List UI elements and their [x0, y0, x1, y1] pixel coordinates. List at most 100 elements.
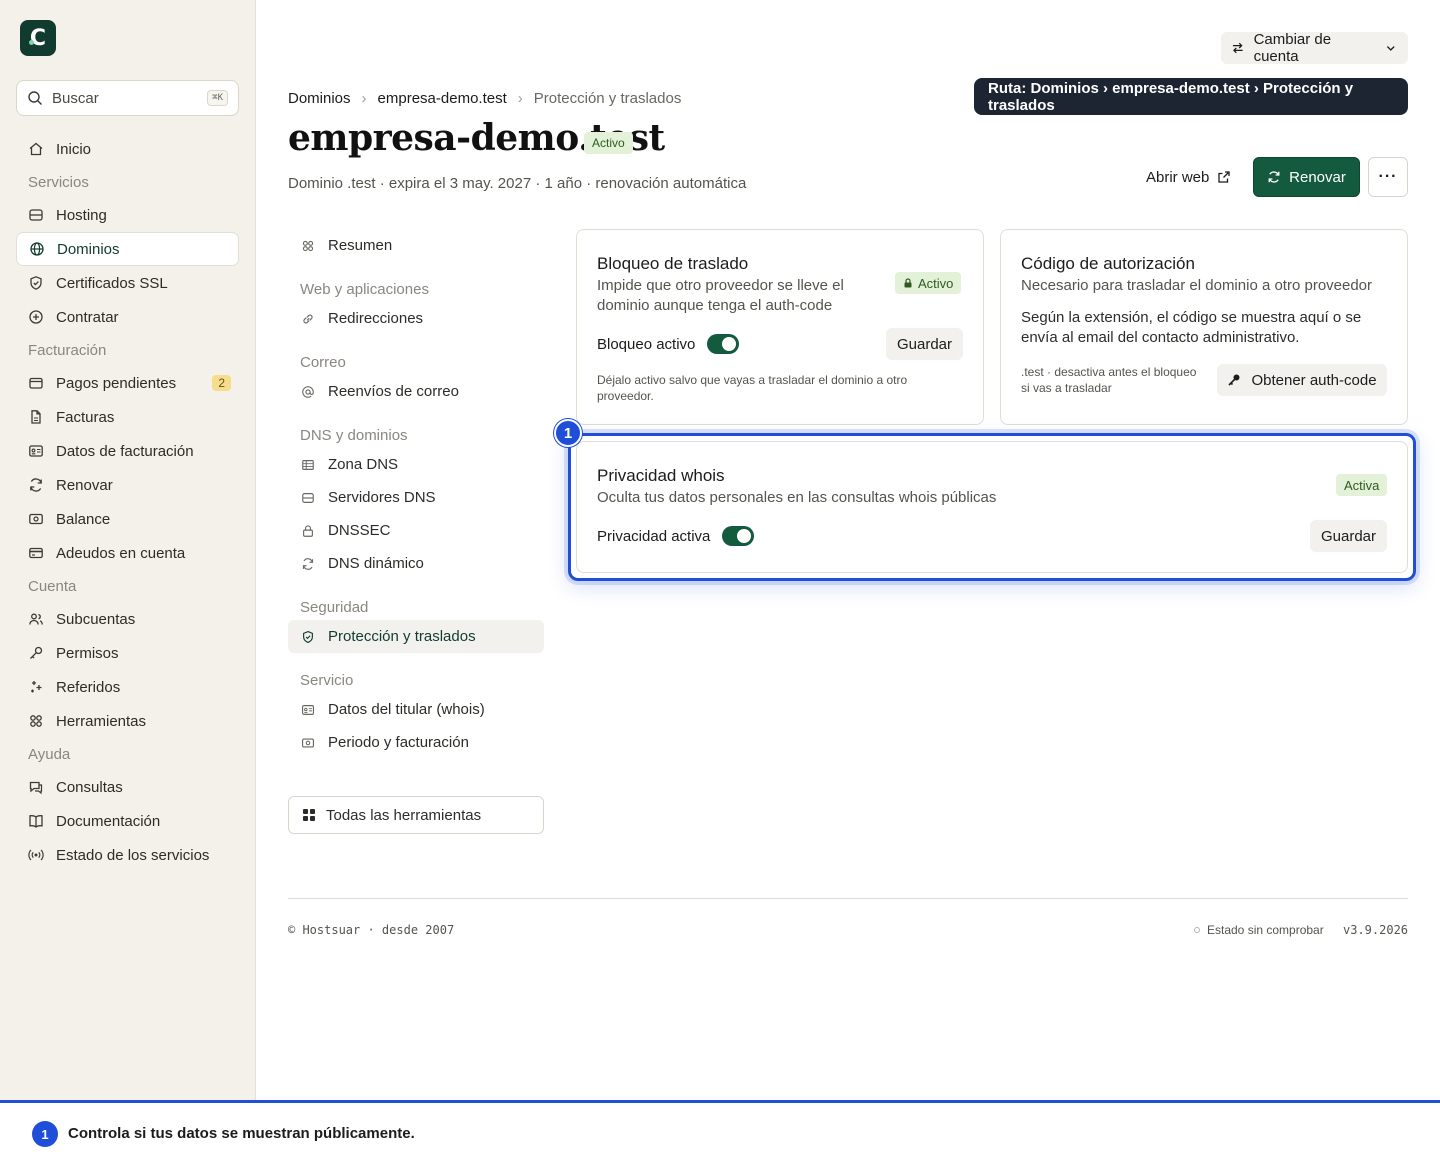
- sidebar-item-label: Referidos: [56, 678, 121, 696]
- subnav-item-label: DNSSEC: [328, 522, 391, 539]
- transfer-lock-save-button[interactable]: Guardar: [886, 328, 963, 360]
- sidebar-group-label: Cuenta: [28, 577, 77, 595]
- subnav-item-label: Protección y traslados: [328, 628, 476, 645]
- breadcrumb-dominios[interactable]: Dominios: [288, 90, 351, 107]
- sidebar-item-balance[interactable]: Balance: [16, 502, 239, 536]
- at-icon: [302, 385, 314, 398]
- refresh-icon: [1268, 171, 1280, 183]
- transfer-lock-toggle-label: Bloqueo activo: [597, 335, 696, 353]
- open-web-link[interactable]: Abrir web: [1146, 167, 1231, 187]
- file-icon: [31, 410, 41, 424]
- subnav-item-label: Zona DNS: [328, 456, 399, 473]
- sidebar-item-label: Facturas: [56, 408, 115, 426]
- get-auth-code-button[interactable]: Obtener auth-code: [1217, 364, 1387, 396]
- sidebar-item-facturas[interactable]: Facturas: [16, 400, 239, 434]
- switch-account-label: Cambiar de cuenta: [1253, 31, 1332, 65]
- subnav-item-servidores-dns[interactable]: Servidores DNS: [288, 481, 544, 514]
- sidebar-item-estado-de-los-servicios[interactable]: Estado de los servicios: [16, 838, 239, 872]
- server-icon: [302, 492, 314, 503]
- subnav-item-label: Redirecciones: [328, 310, 424, 327]
- external-link-icon: [1218, 171, 1231, 183]
- credit-card-icon: [29, 547, 43, 559]
- more-actions-button[interactable]: ···: [1368, 157, 1408, 197]
- sidebar-group-label: Ayuda: [28, 745, 71, 763]
- sidebar-item-renovar[interactable]: Renovar: [16, 468, 239, 502]
- sidebar-item-certificados-ssl[interactable]: Certificados SSL: [16, 266, 239, 300]
- subnav-item-datos-del-titular-whois-[interactable]: Datos del titular (whois): [288, 693, 544, 726]
- sidebar-item-label: Datos de facturación: [56, 442, 194, 460]
- all-tools-button[interactable]: Todas las herramientas: [288, 796, 544, 834]
- search-input[interactable]: Buscar ⌘K: [16, 80, 239, 116]
- sidebar-item-hosting[interactable]: Hosting: [16, 198, 239, 232]
- breadcrumb-tooltip: Ruta: Dominios › empresa-demo.test › Pro…: [974, 78, 1408, 115]
- sidebar-item-label: Contratar: [56, 308, 119, 326]
- renew-button[interactable]: Renovar: [1253, 157, 1360, 197]
- banknote-icon: [302, 737, 314, 748]
- subnav-item-label: Resumen: [328, 237, 393, 254]
- sidebar-item-consultas[interactable]: Consultas: [16, 770, 239, 804]
- sidebar: C Buscar ⌘K Inicio Servicios Hosting Domini…: [0, 0, 256, 1100]
- search-placeholder: Buscar: [52, 89, 99, 107]
- sidebar-item-datos-de-facturación[interactable]: Datos de facturación: [16, 434, 239, 468]
- subnav-item-resumen[interactable]: Resumen: [288, 229, 544, 262]
- sidebar-item-label: Renovar: [56, 476, 113, 494]
- subnav-item-periodo-y-facturación[interactable]: Periodo y facturación: [288, 726, 544, 759]
- sidebar-item-adeudos-en-cuenta[interactable]: Adeudos en cuenta: [16, 536, 239, 570]
- lock-icon: [904, 278, 912, 288]
- sidebar-item-label: Inicio: [56, 140, 92, 158]
- subnav-item-zona-dns[interactable]: Zona DNS: [288, 448, 544, 481]
- sidebar-item-label: Balance: [56, 510, 111, 528]
- sidebar-group-label: Facturación: [28, 341, 107, 359]
- grid-icon: [303, 809, 315, 821]
- switch-account-button[interactable]: Cambiar de cuenta: [1221, 31, 1408, 65]
- sidebar-item-documentación[interactable]: Documentación: [16, 804, 239, 838]
- key-icon: [30, 646, 43, 659]
- footer-divider: [288, 898, 1408, 899]
- sidebar-item-label: Documentación: [56, 812, 161, 830]
- sidebar-item-subcuentas[interactable]: Subcuentas: [16, 602, 239, 636]
- highlight-frame: [568, 433, 1416, 581]
- sidebar-item-herramientas[interactable]: Herramientas: [16, 704, 239, 738]
- subnav-item-reenvíos-de-correo[interactable]: Reenvíos de correo: [288, 375, 544, 408]
- logo[interactable]: C: [20, 20, 56, 56]
- subnav-item-label: DNS dinámico: [328, 555, 424, 572]
- breadcrumb-domain[interactable]: empresa-demo.test: [378, 90, 507, 107]
- transfer-lock-toggle[interactable]: [707, 334, 740, 354]
- footer-status-label: Estado sin comprobar: [1207, 923, 1324, 937]
- link-icon: [303, 314, 313, 323]
- transfer-lock-title: Bloqueo de traslado: [597, 254, 749, 273]
- count-badge: 2: [212, 375, 231, 391]
- auth-code-info: Según la extensión, el código se muestra…: [1021, 309, 1362, 346]
- subnav-item-protección-y-traslados[interactable]: Protección y traslados: [288, 620, 544, 653]
- callout-bar: 1 Controla si tus datos se muestran públ…: [0, 1100, 1440, 1164]
- users-icon: [29, 613, 43, 625]
- all-tools-label: Todas las herramientas: [326, 806, 482, 824]
- plus-circle-icon: [29, 310, 43, 324]
- sidebar-item-dominios[interactable]: Dominios: [16, 232, 239, 266]
- subnav-item-dnssec[interactable]: DNSSEC: [288, 514, 544, 547]
- open-web-label: Abrir web: [1146, 168, 1210, 186]
- breadcrumb: Dominios › empresa-demo.test › Protecció…: [288, 88, 681, 108]
- subnav-group-label: Web y aplicaciones: [300, 281, 429, 298]
- breadcrumb-current: Protección y traslados: [533, 89, 682, 107]
- shield-icon: [30, 276, 42, 290]
- sidebar-item-pagos-pendientes[interactable]: Pagos pendientes 2: [16, 366, 239, 400]
- sidebar-item-permisos[interactable]: Permisos: [16, 636, 239, 670]
- subnav-item-dns-dinámico[interactable]: DNS dinámico: [288, 547, 544, 580]
- transfer-lock-description: Impide que otro proveedor se lleve el do…: [597, 277, 844, 314]
- key-icon: [1228, 374, 1240, 386]
- subnav-group-label: Seguridad: [300, 599, 369, 616]
- status-badge: Activo: [584, 132, 633, 154]
- sidebar-item-referidos[interactable]: Referidos: [16, 670, 239, 704]
- sidebar-item-inicio[interactable]: Inicio: [16, 132, 239, 166]
- annotation-marker: 1: [554, 419, 582, 447]
- footer-status: Estado sin comprobar: [1194, 923, 1324, 937]
- chat-icon: [29, 781, 43, 795]
- auth-code-title: Código de autorización: [1021, 254, 1195, 273]
- auth-code-note: .test · desactiva antes el bloqueo si va…: [1021, 365, 1197, 395]
- lock-icon: [303, 524, 313, 537]
- sidebar-item-label: Estado de los servicios: [56, 846, 210, 864]
- sidebar-item-contratar[interactable]: Contratar: [16, 300, 239, 334]
- sidebar-item-label: Permisos: [56, 644, 119, 662]
- subnav-item-redirecciones[interactable]: Redirecciones: [288, 302, 544, 335]
